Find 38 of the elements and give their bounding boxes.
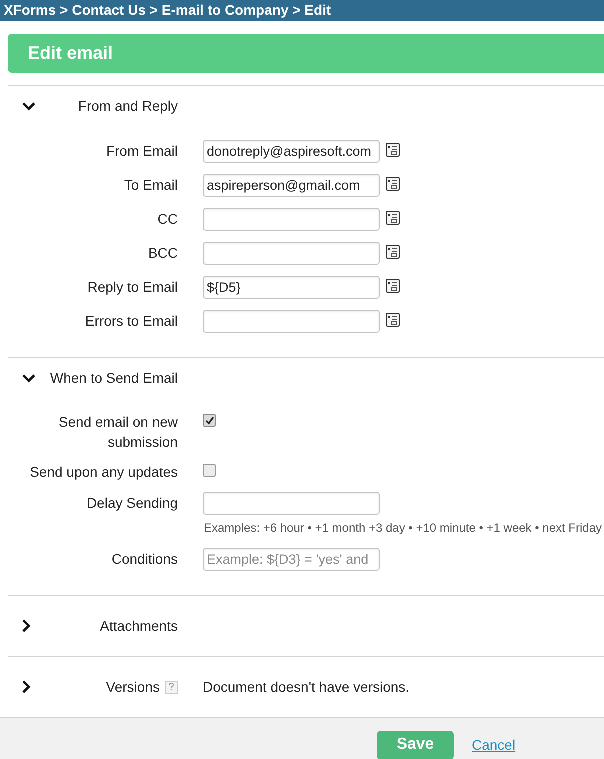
address-book-icon[interactable] [386, 245, 400, 259]
field-label: From Email [106, 143, 178, 159]
address-book-icon[interactable] [386, 279, 400, 293]
text-field[interactable] [203, 492, 380, 515]
text-field[interactable]: Example: ${D3} = 'yes' and [203, 548, 380, 571]
text-field[interactable] [203, 242, 380, 265]
section-title[interactable]: When to Send Email [50, 368, 178, 388]
text-field[interactable] [203, 208, 380, 231]
text-field[interactable]: ${D5} [203, 276, 380, 299]
section-title[interactable]: Attachments [100, 616, 178, 636]
section-title[interactable]: Versions [106, 676, 160, 698]
field-label: Send upon any updates [30, 464, 178, 480]
address-book-icon[interactable] [386, 211, 400, 225]
chevron-down-icon[interactable] [22, 102, 36, 110]
breadcrumb: XForms > Contact Us > E-mail to Company > Edit [4, 1, 332, 20]
field-label: Send email on new submission [58, 414, 178, 450]
checkbox[interactable] [203, 414, 216, 427]
field-label: BCC [148, 245, 178, 261]
chevron-right-icon[interactable] [22, 619, 31, 633]
page-title: Edit email [28, 42, 114, 65]
field-label: CC [158, 211, 178, 227]
address-book-icon[interactable] [386, 313, 400, 327]
text-field[interactable]: aspireperson@gmail.com [203, 174, 380, 197]
chevron-down-icon[interactable] [22, 374, 36, 382]
hint-text: Examples: +6 hour • +1 month +3 day • +10 minute • +1 week • next Friday [204, 520, 602, 537]
text-field[interactable]: donotreply@aspiresoft.com [203, 140, 380, 163]
address-book-icon[interactable] [386, 143, 400, 157]
text-field[interactable] [203, 310, 380, 333]
field-label: Conditions [112, 551, 178, 567]
chevron-right-icon[interactable] [22, 680, 31, 694]
field-label: Errors to Email [85, 313, 178, 329]
section-title[interactable]: From and Reply [78, 96, 178, 116]
field-label: To Email [124, 177, 178, 193]
field-label: Delay Sending [86, 495, 178, 511]
checkbox[interactable] [203, 464, 216, 477]
field-label: Reply to Email [88, 279, 178, 295]
versions-note: Document doesn't have versions. [203, 678, 410, 696]
address-book-icon[interactable] [386, 177, 400, 191]
